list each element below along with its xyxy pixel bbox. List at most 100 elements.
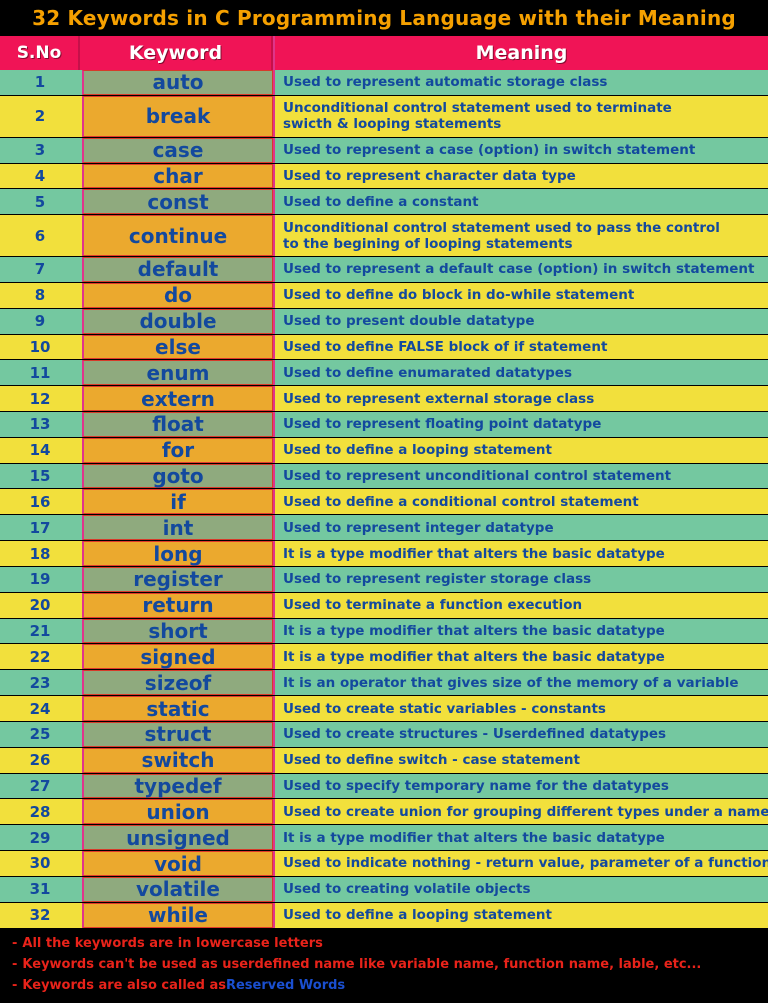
keyword-chip-wrap: case [80,137,273,163]
keyword-value: short [148,619,208,644]
meaning-line: Used to present double datatype [283,313,535,330]
keyword-value: long [153,541,203,566]
keyword-chip: do [82,282,273,308]
cell-sno: 16 [0,489,80,515]
keyword-chip: union [82,799,273,825]
cell-meaning: Used to define a constant [273,189,768,215]
meaning-line: Used to define do block in do-while stat… [283,287,635,304]
cell-sno: 27 [0,773,80,799]
sno-value: 28 [29,802,51,821]
keyword-value: typedef [134,774,222,799]
cell-sno: 25 [0,721,80,747]
table-body: 1 auto Used to represent automatic storage… [0,70,768,929]
keyword-chip: enum [82,360,273,386]
sno-value: 27 [29,777,51,795]
table-row: 14 for Used to define a looping statement [0,437,768,464]
cell-meaning: Used to represent floating point datatyp… [273,412,768,437]
keyword-chip-wrap: struct [80,721,273,747]
note-item: - All the keywords are in lowercase lette… [12,935,768,953]
keyword-chip-wrap: double [80,308,273,334]
cell-meaning: Used to represent external storage class [273,386,768,411]
cell-meaning: Unconditional control statement used to … [273,215,768,257]
cell-sno: 3 [0,137,80,163]
meaning-line: Used to define enumarated datatypes [283,364,572,381]
sno-value: 4 [34,166,46,185]
cell-meaning: Used to define do block in do-while stat… [273,282,768,308]
keyword-chip: if [82,489,273,515]
sno-value: 16 [29,492,51,511]
keyword-chip: struct [82,721,273,747]
sno-value: 24 [29,699,51,718]
cell-sno: 7 [0,257,80,282]
sno-value: 2 [34,107,46,126]
meaning-line: Used to represent a case (option) in swi… [283,142,696,159]
cell-keyword: float [80,412,273,437]
keyword-chip-wrap: union [80,799,273,825]
table-row: 21 short It is a type modifier that alters… [0,618,768,645]
table-row: 2 break Unconditional control statement us… [0,95,768,138]
meaning-line: Unconditional control statement used to … [283,100,672,117]
sno-value: 31 [29,880,51,899]
keyword-chip: else [82,334,273,360]
keyword-chip: while [82,902,273,928]
keyword-chip-wrap: volatile [80,876,273,902]
table-row: 22 signed It is a type modifier that alter… [0,644,768,671]
note-bullet-icon: - [12,936,18,951]
note-bullet-icon: - [12,957,18,972]
cell-keyword: continue [80,215,273,257]
cell-meaning: Used to represent character data type [273,163,768,189]
cell-keyword: typedef [80,773,273,799]
cell-keyword: do [80,282,273,308]
meaning-line: Used to create union for grouping differ… [283,803,768,820]
header-label-sno: S.No [16,43,62,63]
keyword-value: else [155,334,201,359]
cell-sno: 28 [0,799,80,825]
cell-sno: 30 [0,851,80,876]
keyword-value: float [152,412,204,437]
sno-value: 14 [29,441,51,460]
keyword-chip: static [82,696,273,721]
keyword-chip: short [82,618,273,644]
keyword-chip-wrap: sizeof [80,670,273,696]
meaning-line: Used to define a looping statement [283,907,552,924]
keyword-chip-wrap: continue [80,215,273,257]
table-row: 6 continue Unconditional control statement… [0,215,768,258]
cell-keyword: extern [80,386,273,411]
cell-meaning: Used to represent a case (option) in swi… [273,137,768,163]
cell-keyword: break [80,95,273,137]
note-bullet-icon: - [12,978,18,993]
sno-value: 17 [29,518,51,537]
cell-meaning: Used to define FALSE block of if stateme… [273,334,768,360]
keyword-chip: typedef [82,773,273,799]
meaning-line: Used to indicate nothing - return value,… [283,855,768,872]
meaning-line: Used to represent integer datatype [283,519,554,536]
keyword-chip: const [82,189,273,215]
keyword-value: return [142,593,214,618]
keyword-chip: default [82,257,273,282]
keyword-chip-wrap: for [80,437,273,463]
keyword-chip: volatile [82,876,273,902]
cell-sno: 19 [0,566,80,592]
keyword-chip-wrap: extern [80,386,273,411]
keyword-value: auto [152,70,204,95]
cell-sno: 20 [0,592,80,618]
sno-value: 3 [34,141,46,160]
cell-keyword: register [80,566,273,592]
table-row: 9 double Used to present double datatype [0,308,768,335]
meaning-line: Used to represent register storage class [283,571,592,588]
keyword-value: if [170,489,186,514]
cell-sno: 21 [0,618,80,644]
meaning-line: Used to represent unconditional control … [283,468,672,485]
cell-keyword: enum [80,360,273,386]
sno-value: 10 [29,337,51,356]
keyword-chip-wrap: default [80,257,273,282]
sno-value: 11 [29,363,51,382]
keyword-chip: goto [82,463,273,489]
keyword-chip: break [82,95,273,137]
keyword-chip: float [82,412,273,437]
cell-keyword: for [80,437,273,463]
sno-value: 5 [34,192,46,211]
note-item: - Keywords can't be used as userdefined n… [12,956,768,974]
cell-meaning: Used to define a conditional control sta… [273,489,768,515]
keyword-chip: unsigned [82,825,273,851]
